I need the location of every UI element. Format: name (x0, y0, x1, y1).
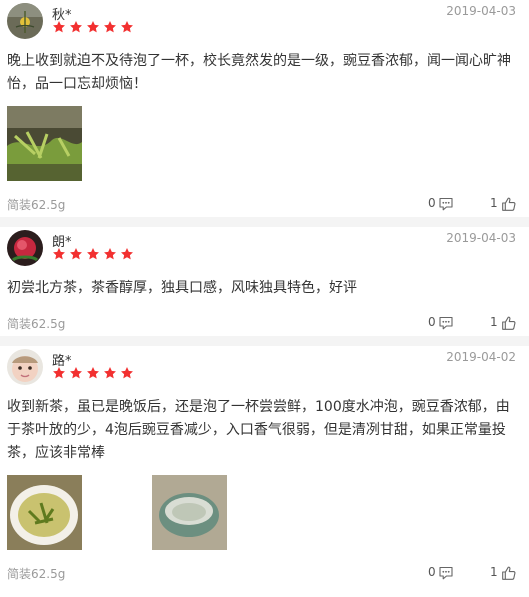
star-icon (52, 366, 66, 380)
star-icon (103, 247, 117, 261)
review-item: 路* 2019-04-02 收到新茶，虽已是晚饭后，还是泡了一杯尝尝鲜，100度… (0, 346, 529, 586)
product-spec: 简装62.5g (7, 567, 66, 581)
review-photo[interactable] (152, 475, 227, 550)
review-item: 朗* 2019-04-03 初尝北方茶，茶香醇厚，独具口感，风味独具特色，好评 … (0, 227, 529, 336)
avatar[interactable] (7, 230, 43, 266)
comment-count: 0 (428, 196, 436, 210)
star-icon (120, 247, 134, 261)
rating-stars (52, 366, 134, 380)
thumb-up-icon[interactable] (501, 565, 517, 581)
thumb-up-icon[interactable] (501, 196, 517, 212)
review-photo[interactable] (7, 475, 82, 550)
review-photo[interactable] (7, 106, 82, 181)
product-spec: 简装62.5g (7, 198, 66, 212)
product-spec: 简装62.5g (7, 317, 66, 331)
thumb-up-icon[interactable] (501, 315, 517, 331)
like-count: 1 (490, 315, 498, 329)
star-icon (69, 247, 83, 261)
avatar[interactable] (7, 349, 43, 385)
rating-stars (52, 247, 134, 261)
like-count: 1 (490, 565, 498, 579)
review-date: 2019-04-02 (446, 350, 516, 364)
avatar[interactable] (7, 3, 43, 39)
review-date: 2019-04-03 (446, 231, 516, 245)
comment-icon[interactable] (438, 565, 454, 581)
rating-stars (52, 20, 134, 34)
star-icon (52, 247, 66, 261)
star-icon (69, 366, 83, 380)
star-icon (86, 366, 100, 380)
review-date: 2019-04-03 (446, 4, 516, 18)
star-icon (52, 20, 66, 34)
comment-icon[interactable] (438, 196, 454, 212)
comment-count: 0 (428, 565, 436, 579)
review-separator (0, 217, 529, 227)
review-text: 收到新茶，虽已是晚饭后，还是泡了一杯尝尝鲜，100度水冲泡，豌豆香浓郁，由于茶叶… (7, 399, 510, 461)
review-item: 秋* 2019-04-03 晚上收到就迫不及待泡了一杯，校长竟然发的是一级，豌豆… (0, 0, 529, 217)
review-text: 初尝北方茶，茶香醇厚，独具口感，风味独具特色，好评 (7, 280, 357, 296)
comment-icon[interactable] (438, 315, 454, 331)
star-icon (120, 366, 134, 380)
star-icon (86, 20, 100, 34)
review-separator (0, 336, 529, 346)
star-icon (103, 20, 117, 34)
star-icon (103, 366, 117, 380)
star-icon (69, 20, 83, 34)
like-count: 1 (490, 196, 498, 210)
star-icon (86, 247, 100, 261)
star-icon (120, 20, 134, 34)
review-text: 晚上收到就迫不及待泡了一杯，校长竟然发的是一级，豌豆香浓郁，闻一闻心旷神怡，品一… (7, 53, 511, 92)
comment-count: 0 (428, 315, 436, 329)
